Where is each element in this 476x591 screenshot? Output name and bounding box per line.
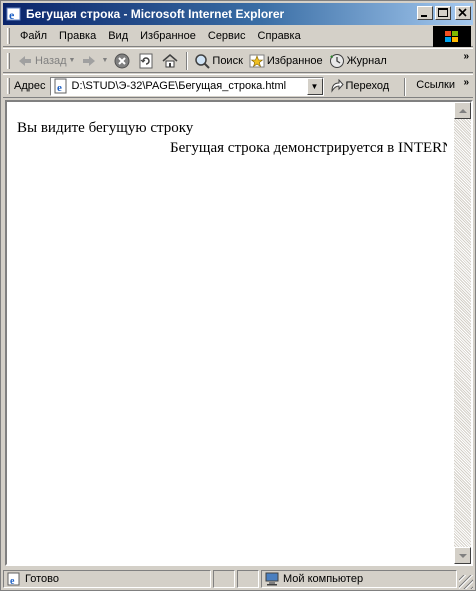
browser-window: e Бегущая строка - Microsoft Internet Ex… <box>0 0 476 591</box>
status-pane-secure <box>237 570 259 588</box>
resize-grip[interactable] <box>459 575 473 589</box>
window-title: Бегущая строка - Microsoft Internet Expl… <box>26 7 285 21</box>
address-label: Адрес <box>14 80 46 92</box>
marquee: Бегущая строка демонстрируется в INTERNE… <box>7 140 447 160</box>
scroll-down-arrow-icon <box>458 553 467 558</box>
status-bar: e Готово Мой компьютер <box>3 569 473 589</box>
refresh-icon <box>138 53 154 69</box>
back-label: Назад <box>35 54 67 67</box>
home-icon <box>162 53 178 69</box>
zone-text: Мой компьютер <box>283 573 364 585</box>
toolbar-separator <box>404 78 406 96</box>
svg-text:e: e <box>57 82 62 94</box>
forward-dropdown-icon[interactable]: ▼ <box>101 57 108 64</box>
scroll-up-arrow-icon <box>458 108 467 113</box>
maximize-button[interactable] <box>435 6 451 20</box>
svg-text:e: e <box>10 576 15 586</box>
toolbar-grip[interactable] <box>7 52 10 69</box>
status-text: Готово <box>25 573 59 585</box>
links-button[interactable]: Ссылки <box>416 79 455 91</box>
menu-favorites[interactable]: Избранное <box>134 30 202 42</box>
address-value: D:\STUD\Э-32\PAGE\Бегущая_строка.html <box>71 80 287 92</box>
home-button[interactable] <box>159 50 183 72</box>
ie-logo-icon: e <box>6 6 22 22</box>
go-label: Переход <box>345 80 390 92</box>
menu-help[interactable]: Справка <box>252 30 307 42</box>
scroll-up-button[interactable] <box>454 102 471 119</box>
refresh-button[interactable] <box>135 50 159 72</box>
menu-tools[interactable]: Сервис <box>202 30 252 42</box>
my-computer-icon <box>264 572 280 586</box>
address-bar: Адрес e D:\STUD\Э-32\PAGE\Бегущая_строка… <box>3 74 473 98</box>
page-done-icon: e <box>6 572 22 587</box>
minimize-button[interactable] <box>417 6 433 20</box>
stop-icon <box>114 53 130 69</box>
content-area: Вы видите бегущую строку Бегущая строка … <box>5 100 473 566</box>
go-button[interactable]: Переход <box>330 78 390 93</box>
status-pane: e Готово <box>3 570 211 588</box>
toolbar-grip[interactable] <box>7 78 10 94</box>
favorites-button[interactable]: Избранное <box>246 50 326 72</box>
menu-edit[interactable]: Правка <box>53 30 102 42</box>
zone-pane: Мой компьютер <box>261 570 457 588</box>
search-icon <box>194 53 211 69</box>
go-arrow-icon <box>330 78 344 93</box>
forward-arrow-icon <box>81 53 97 69</box>
menu-view[interactable]: Вид <box>102 30 134 42</box>
close-button[interactable] <box>455 6 471 20</box>
windows-logo-icon <box>433 26 471 47</box>
back-button[interactable]: Назад ▼ <box>14 50 78 72</box>
menu-file[interactable]: Файл <box>14 30 53 42</box>
stop-button[interactable] <box>111 50 135 72</box>
toolbar-overflow-icon[interactable]: » <box>463 51 469 62</box>
toolbar-separator <box>186 51 189 70</box>
favorites-star-icon <box>249 53 265 69</box>
scroll-down-button[interactable] <box>454 547 471 564</box>
back-dropdown-icon[interactable]: ▼ <box>69 57 76 64</box>
page-icon: e <box>53 78 69 94</box>
search-label: Поиск <box>212 54 243 67</box>
title-bar[interactable]: e Бегущая строка - Microsoft Internet Ex… <box>3 3 473 25</box>
page-text: Вы видите бегущую строку <box>17 120 194 136</box>
links-overflow-icon[interactable]: » <box>463 77 469 88</box>
address-input[interactable]: e D:\STUD\Э-32\PAGE\Бегущая_строка.html … <box>49 76 324 96</box>
menu-bar: Файл Правка Вид Избранное Сервис Справка <box>3 26 473 47</box>
web-page: Вы видите бегущую строку Бегущая строка … <box>7 102 454 564</box>
address-dropdown-icon[interactable]: ▼ <box>306 77 323 95</box>
search-button[interactable]: Поиск <box>191 50 245 72</box>
forward-button[interactable]: ▼ <box>78 50 111 72</box>
history-icon <box>329 53 345 69</box>
favorites-label: Избранное <box>266 54 323 67</box>
history-button[interactable]: Журнал <box>326 50 390 72</box>
svg-text:e: e <box>9 8 15 22</box>
status-pane-progress <box>213 570 235 588</box>
back-arrow-icon <box>17 53 33 69</box>
standard-toolbar: Назад ▼ ▼ Поиск Избранное Журнал » <box>3 48 473 73</box>
vertical-scrollbar[interactable] <box>454 102 471 564</box>
marquee-text: Бегущая строка демонстрируется в INTERNE… <box>170 140 447 156</box>
history-label: Журнал <box>346 54 387 67</box>
toolbar-grip[interactable] <box>7 28 10 44</box>
